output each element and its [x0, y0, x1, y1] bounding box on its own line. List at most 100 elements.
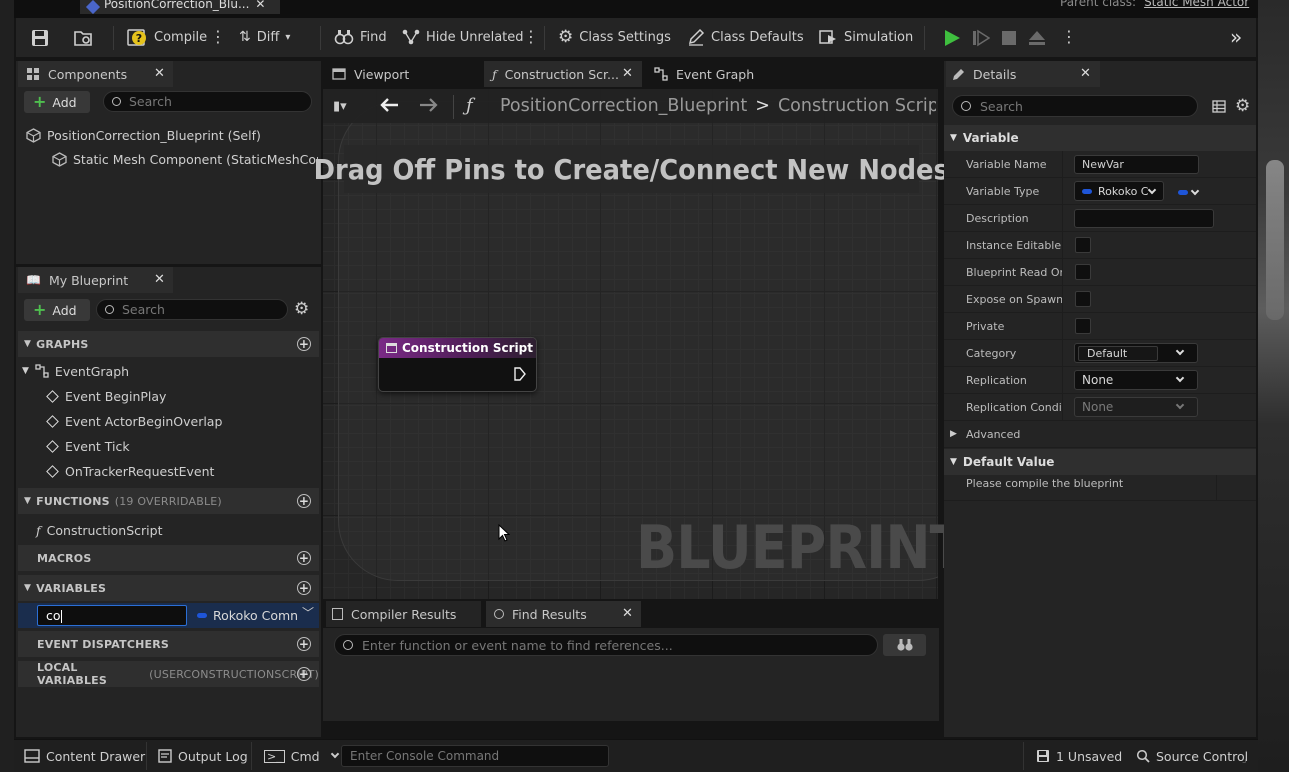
find-in-blueprints-button[interactable]: [883, 634, 926, 656]
asset-tab[interactable]: PositionCorrection_Blu... ✕: [80, 0, 280, 14]
tab-find-results[interactable]: Find Results: [486, 601, 641, 627]
add-function-icon[interactable]: +: [297, 494, 311, 508]
stop-icon[interactable]: [1001, 30, 1017, 46]
my-blueprint-search-input[interactable]: Search: [96, 299, 288, 320]
components-tab[interactable]: Components: [18, 61, 173, 87]
step-icon[interactable]: [972, 29, 990, 47]
event-dispatchers-section-header[interactable]: EVENT DISPATCHERS +: [18, 631, 319, 657]
instance-editable-checkbox[interactable]: [1075, 237, 1091, 253]
container-type-dropdown[interactable]: [1178, 182, 1210, 202]
close-construction-tab-icon[interactable]: ✕: [622, 66, 633, 81]
event-item[interactable]: Event ActorBeginOverlap: [46, 410, 222, 432]
details-search-input[interactable]: Search: [952, 95, 1198, 117]
category-dropdown[interactable]: Default: [1074, 343, 1198, 363]
functions-section-header[interactable]: ▼ FUNCTIONS (19 OVERRIDABLE) +: [18, 488, 319, 514]
browse-icon[interactable]: [73, 28, 95, 48]
close-icon[interactable]: ✕: [255, 0, 265, 11]
replication-dropdown[interactable]: None: [1074, 370, 1198, 390]
construction-script-node[interactable]: Construction Script: [378, 337, 537, 392]
content-drawer-button[interactable]: Content Drawer: [24, 742, 145, 770]
variable-type-dropdown[interactable]: Rokoko C: [1074, 181, 1164, 201]
simulation-button[interactable]: Simulation: [818, 22, 913, 52]
tab-compiler-results[interactable]: Compiler Results: [326, 601, 481, 627]
forward-arrow-icon[interactable]: [418, 97, 438, 113]
compile-button[interactable]: ? Compile: [126, 22, 207, 52]
add-macro-icon[interactable]: +: [297, 551, 311, 565]
settings-gear-icon[interactable]: ⚙: [294, 299, 309, 319]
cmd-dropdown[interactable]: >_ Cmd: [264, 742, 339, 770]
tab-construction-script[interactable]: ƒ Construction Scr...: [484, 61, 642, 87]
add-graph-icon[interactable]: +: [297, 337, 311, 351]
component-static-mesh[interactable]: Static Mesh Component (StaticMeshComp: [52, 148, 318, 170]
close-details-icon[interactable]: ✕: [1080, 66, 1091, 81]
console-command-input[interactable]: Enter Console Command: [341, 745, 609, 767]
variable-section-header[interactable]: ▼ Variable: [944, 125, 1256, 151]
details-tab[interactable]: Details: [946, 61, 1100, 87]
binoculars-icon: [896, 638, 914, 652]
status-divider: [1023, 742, 1024, 770]
advanced-row[interactable]: ▶ Advanced: [944, 421, 1256, 448]
replication-condition-dropdown[interactable]: None: [1074, 397, 1198, 417]
close-my-blueprint-icon[interactable]: ✕: [154, 272, 165, 287]
compile-options-icon[interactable]: ⋮: [210, 27, 226, 46]
hide-unrelated-options-icon[interactable]: ⋮: [523, 27, 539, 46]
event-diamond-icon: [46, 389, 59, 403]
find-references-input[interactable]: Enter function or event name to find ref…: [334, 634, 878, 656]
component-self[interactable]: PositionCorrection_Blueprint (Self): [26, 124, 261, 146]
resize-grip-icon[interactable]: ⌟: [1242, 754, 1247, 765]
my-blueprint-add-button[interactable]: + Add: [24, 299, 90, 321]
description-field[interactable]: [1074, 208, 1214, 228]
table-view-icon[interactable]: [1212, 100, 1226, 113]
bookmark-icon[interactable]: ▮▾: [333, 99, 347, 114]
find-button[interactable]: Find: [334, 22, 387, 52]
components-add-button[interactable]: + Add: [24, 91, 90, 113]
search-icon: [961, 101, 971, 111]
class-defaults-button[interactable]: Class Defaults: [687, 22, 804, 52]
macros-section-header[interactable]: MACROS +: [18, 545, 319, 571]
event-item[interactable]: Event Tick: [46, 435, 130, 457]
toolbar-divider: [924, 26, 925, 50]
search-icon: [343, 640, 353, 650]
variable-name-input[interactable]: co: [37, 605, 187, 626]
local-variables-section-header[interactable]: LOCAL VARIABLES (USERCONSTRUCTIONSCRIPT)…: [18, 661, 319, 687]
my-blueprint-tab[interactable]: 📖 My Blueprint: [18, 267, 173, 293]
default-value-section-header[interactable]: ▼ Default Value: [944, 449, 1256, 475]
components-search-input[interactable]: Search: [103, 91, 312, 112]
source-control-button[interactable]: Source Control: [1136, 742, 1248, 770]
add-local-variable-icon[interactable]: +: [297, 667, 311, 681]
blueprint-read-only-checkbox[interactable]: [1075, 264, 1091, 280]
tab-viewport[interactable]: Viewport: [326, 61, 481, 87]
add-dispatcher-icon[interactable]: +: [297, 637, 311, 651]
event-graph-item[interactable]: ▼ EventGraph: [22, 360, 129, 382]
close-find-results-icon[interactable]: ✕: [622, 606, 633, 621]
play-icon[interactable]: [943, 29, 961, 47]
diff-button[interactable]: ⇅ Diff ▾: [239, 22, 290, 52]
variable-type-chevron-icon[interactable]: ﹀: [302, 604, 314, 621]
add-variable-icon[interactable]: +: [297, 581, 311, 595]
expand-arrow-icon: ▶: [950, 429, 957, 439]
expose-on-spawn-checkbox[interactable]: [1075, 291, 1091, 307]
details-settings-gear-icon[interactable]: ⚙: [1235, 96, 1250, 116]
close-components-icon[interactable]: ✕: [154, 66, 165, 81]
event-item[interactable]: OnTrackerRequestEvent: [46, 460, 214, 482]
chevron-down-icon: [1147, 185, 1157, 195]
exec-pin-icon[interactable]: [514, 367, 526, 381]
private-checkbox[interactable]: [1075, 318, 1091, 334]
event-diamond-icon: [46, 464, 59, 478]
variable-name-field[interactable]: NewVar: [1074, 154, 1199, 174]
unsaved-indicator[interactable]: 1 Unsaved: [1036, 742, 1122, 770]
variables-section-header[interactable]: ▼ VARIABLES +: [18, 575, 319, 601]
hide-unrelated-button[interactable]: Hide Unrelated: [402, 22, 524, 52]
back-arrow-icon[interactable]: [380, 97, 400, 113]
event-item[interactable]: Event BeginPlay: [46, 385, 166, 407]
save-icon[interactable]: [31, 29, 49, 47]
expand-toolbar-icon[interactable]: »: [1230, 25, 1242, 49]
variable-type-pill[interactable]: Rokoko Comn: [193, 606, 317, 625]
eject-icon[interactable]: [1028, 29, 1046, 47]
output-log-button[interactable]: Output Log: [158, 742, 248, 770]
graphs-section-header[interactable]: ▼ GRAPHS +: [18, 331, 319, 357]
class-settings-button[interactable]: ⚙ Class Settings: [558, 22, 671, 52]
play-options-icon[interactable]: ⋮: [1061, 27, 1077, 46]
construction-script-function[interactable]: f ConstructionScript: [36, 519, 163, 541]
tab-event-graph[interactable]: Event Graph: [648, 61, 798, 87]
